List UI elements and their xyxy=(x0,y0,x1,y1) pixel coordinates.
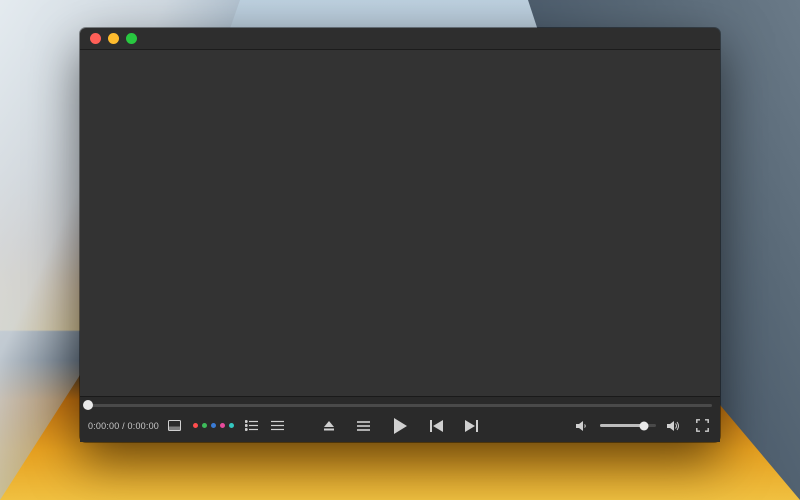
window-titlebar[interactable] xyxy=(80,28,720,50)
color-preset-dots[interactable] xyxy=(191,423,236,428)
controls-buttons-row: 0:00:00 / 0:00:00 xyxy=(88,413,712,438)
window-minimize-button[interactable] xyxy=(108,33,119,44)
aspect-ratio-button[interactable] xyxy=(165,416,185,436)
volume-fill xyxy=(600,424,644,427)
window-zoom-button[interactable] xyxy=(126,33,137,44)
next-track-button[interactable] xyxy=(461,416,481,436)
fullscreen-button[interactable] xyxy=(692,416,712,436)
controls-center-cluster xyxy=(319,413,481,439)
color-dot[interactable] xyxy=(211,423,216,428)
color-dot[interactable] xyxy=(193,423,198,428)
controls-right-cluster xyxy=(572,416,712,436)
seek-bar-row xyxy=(88,397,712,413)
time-current: 0:00:00 xyxy=(88,421,119,431)
seek-slider[interactable] xyxy=(88,404,712,407)
play-button[interactable] xyxy=(387,413,413,439)
time-display: 0:00:00 / 0:00:00 xyxy=(88,421,159,431)
seek-thumb[interactable] xyxy=(83,400,93,410)
volume-thumb[interactable] xyxy=(639,421,648,430)
color-dot[interactable] xyxy=(202,423,207,428)
color-dot[interactable] xyxy=(220,423,225,428)
media-player-window: 0:00:00 / 0:00:00 xyxy=(80,28,720,442)
time-total: 0:00:00 xyxy=(128,421,159,431)
playback-controls-bar: 0:00:00 / 0:00:00 xyxy=(80,396,720,442)
video-viewport[interactable] xyxy=(80,50,720,396)
color-dot[interactable] xyxy=(229,423,234,428)
volume-slider[interactable] xyxy=(600,424,656,427)
volume-high-icon[interactable] xyxy=(664,416,684,436)
window-close-button[interactable] xyxy=(90,33,101,44)
previous-track-button[interactable] xyxy=(427,416,447,436)
time-separator: / xyxy=(122,421,125,431)
eject-button[interactable] xyxy=(319,416,339,436)
controls-left-cluster: 0:00:00 / 0:00:00 xyxy=(88,416,288,436)
bookmarks-list-icon[interactable] xyxy=(268,416,288,436)
volume-low-icon[interactable] xyxy=(572,416,592,436)
desktop-wallpaper: 0:00:00 / 0:00:00 xyxy=(0,0,800,500)
chapters-list-icon[interactable] xyxy=(242,416,262,436)
playlist-button[interactable] xyxy=(353,416,373,436)
